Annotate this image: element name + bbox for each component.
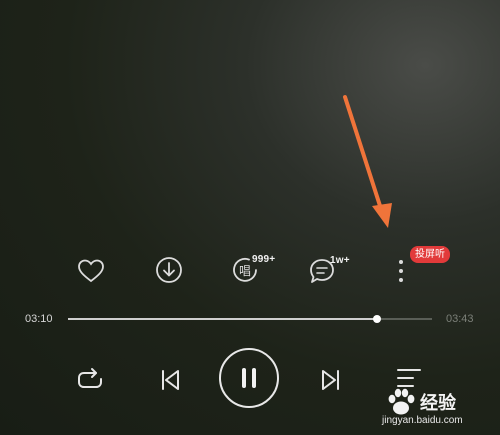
heart-icon [78,259,104,283]
music-player-screen: 唱 999+ 1w+ 投屏听 03:10 03:43 经验 jingyan.ba… [0,0,500,435]
sing-count: 999+ [252,254,276,265]
download-icon [156,257,182,283]
total-time: 03:43 [446,313,474,325]
previous-icon [162,370,179,390]
repeat-button[interactable] [74,364,106,396]
progress-bar[interactable] [68,315,432,323]
download-button[interactable] [154,255,184,285]
comment-count: 1w+ [330,255,350,266]
more-button[interactable] [392,256,410,286]
current-time: 03:10 [25,313,53,325]
previous-button[interactable] [154,364,186,396]
svg-text:唱: 唱 [239,264,251,278]
next-icon [322,370,339,390]
more-icon [399,260,403,282]
watermark-brand: 经验 [420,393,456,414]
like-button[interactable] [76,256,106,286]
pause-button[interactable] [219,348,279,408]
repeat-icon [78,368,102,388]
baidu-jingyan-watermark: 经验 jingyan.baidu.com [380,385,498,431]
cast-badge[interactable]: 投屏听 [410,246,450,263]
baidu-paw-logo [388,388,415,415]
progress-fill [68,318,378,320]
next-button[interactable] [315,364,347,396]
watermark-url: jingyan.baidu.com [382,415,463,426]
pause-icon [242,368,256,388]
